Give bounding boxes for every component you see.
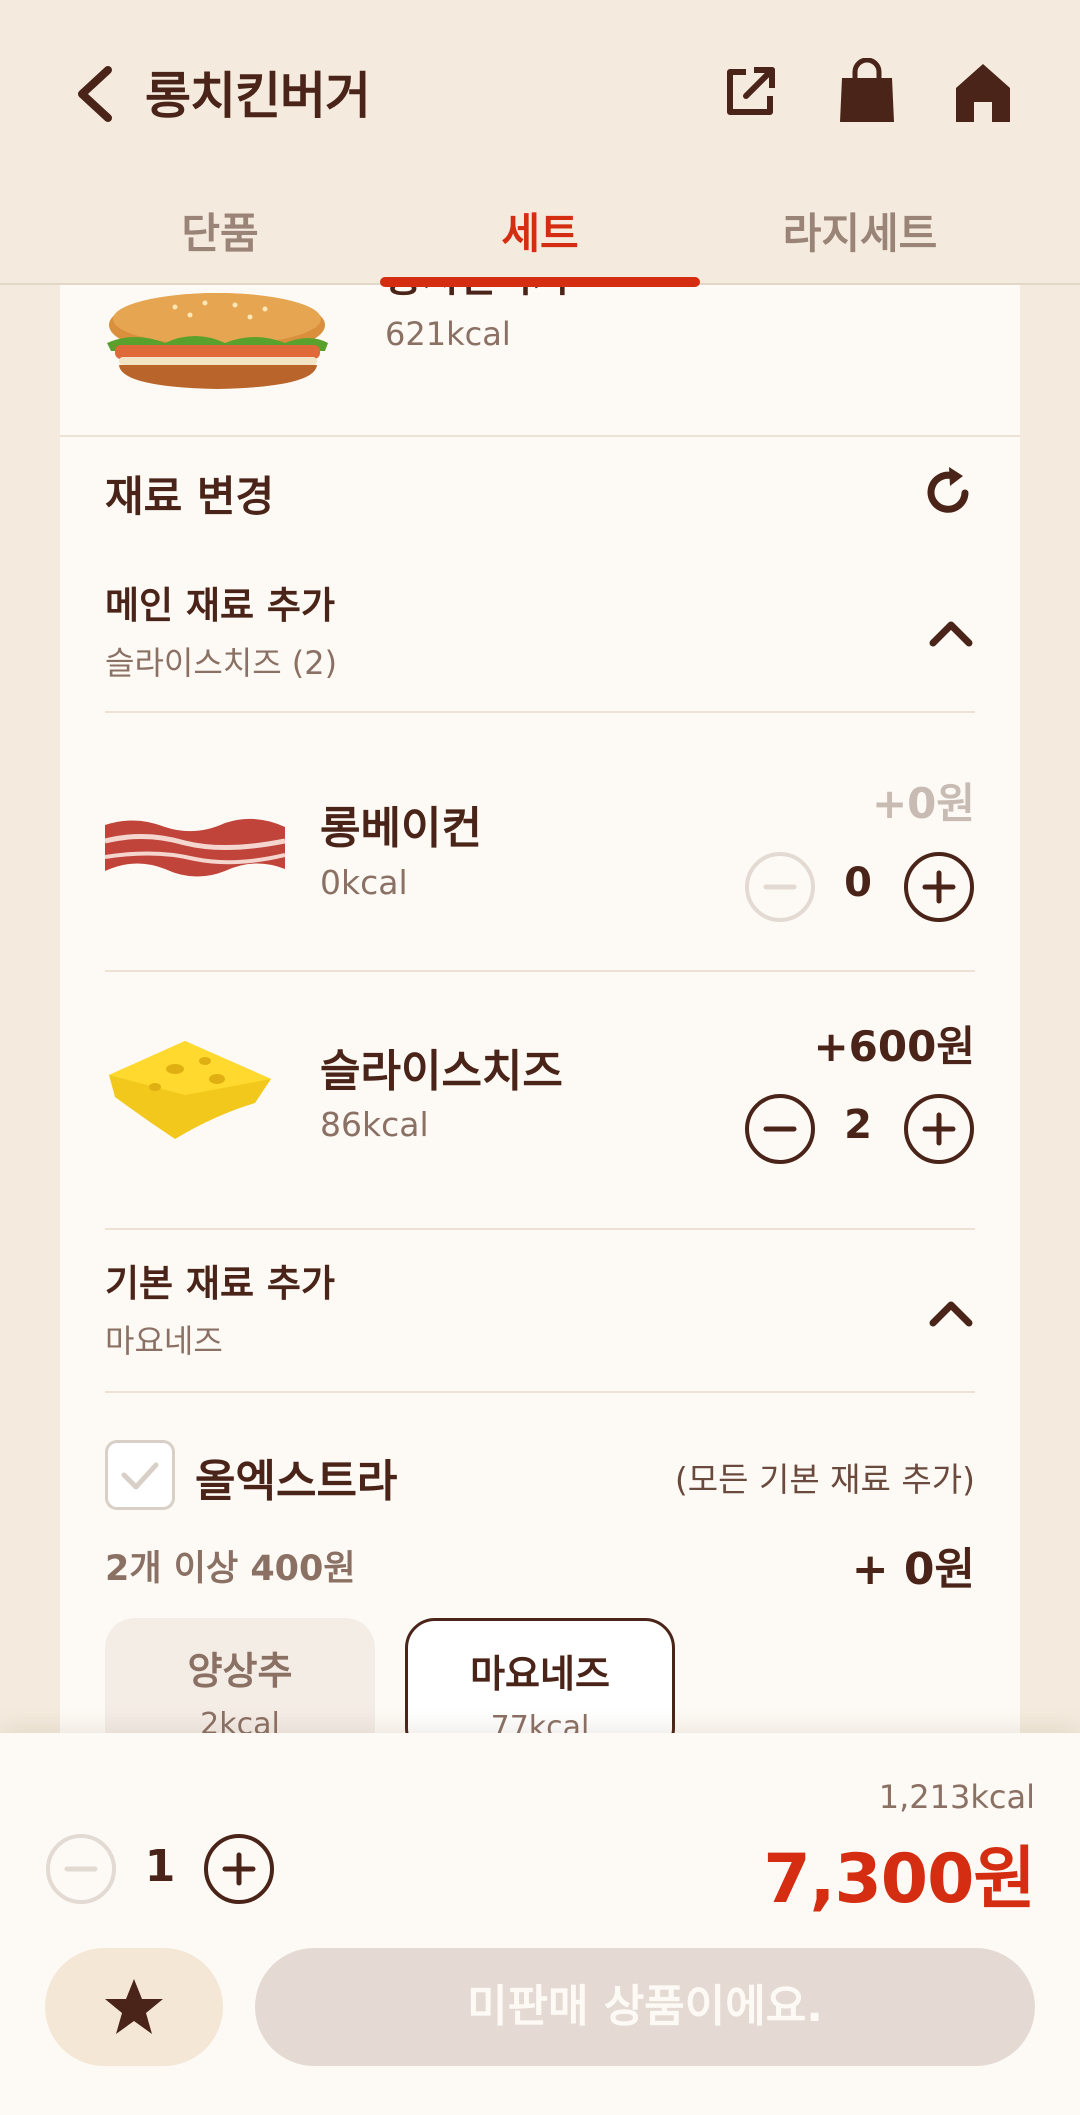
item-kcal-bacon: 0kcal [320,863,408,902]
shopping-bag-icon[interactable] [836,58,898,126]
item-name-cheese: 슬라이스치즈 [320,1046,563,1097]
qty-value-bacon: 0 [844,860,872,906]
basic-section-title: 기본 재료 추가 [105,1262,336,1305]
tab-large-set[interactable]: 라지세트 [700,190,1020,285]
bacon-image [105,818,285,877]
chip-name: 마요네즈 [470,1652,610,1696]
tab-bar: 단품 세트 라지세트 [60,190,1020,287]
basic-section-summary: 마요네즈 [105,1322,223,1360]
chip-name: 양상추 [187,1649,293,1693]
divider [105,1228,975,1230]
home-icon[interactable] [952,60,1014,124]
divider [105,711,975,713]
plus-button[interactable] [203,1833,275,1905]
extra-price: + 0원 [851,1544,975,1595]
divider [60,435,1020,437]
header: 롱치킨버거 단품 세트 라지세트 [0,0,1080,287]
item-price-bacon: +0원 [871,779,975,828]
plus-button[interactable] [903,851,975,923]
chevron-up-icon[interactable] [927,617,975,649]
main-section-summary: 슬라이스치즈 (2) [105,644,338,682]
item-price-cheese: +600원 [813,1022,975,1071]
share-icon[interactable] [720,62,780,122]
burger-image [107,293,328,389]
qty-value-cheese: 2 [844,1102,872,1148]
check-icon [121,1462,159,1490]
order-qty: 1 [144,1841,176,1892]
all-extra-label[interactable]: 올엑스트라 [195,1445,397,1509]
tab-single[interactable]: 단품 [60,190,380,285]
refresh-icon[interactable] [923,465,975,517]
divider [105,970,975,972]
all-extra-checkbox[interactable] [105,1440,175,1510]
order-button[interactable]: 미판매 상품이에요. [255,1948,1035,2066]
page-title: 롱치킨버거 [145,67,371,125]
total-price: 7,300원 [763,1840,1036,1919]
product-kcal: 621kcal [385,315,511,353]
item-kcal-cheese: 86kcal [320,1105,429,1144]
total-kcal: 1,213kcal [878,1778,1035,1816]
main-section-title: 메인 재료 추가 [105,584,336,627]
options-card: 롱치킨버거 621kcal 재료 변경 메인 재료 추가 슬라이스치즈 (2) … [60,255,1020,1758]
minus-button[interactable] [744,851,816,923]
star-icon [105,1979,163,2034]
cheese-image [109,1041,271,1139]
customize-title: 재료 변경 [105,472,275,521]
chevron-up-icon[interactable] [927,1297,975,1329]
back-arrow-icon[interactable] [70,62,120,126]
all-extra-desc: (모든 기본 재료 추가) [674,1460,975,1499]
extra-info: 2개 이상 400원 [105,1549,356,1589]
plus-button[interactable] [903,1093,975,1165]
divider [105,1391,975,1393]
order-footer: 1 1,213kcal 7,300원 미판매 상품이에요. [0,1733,1080,2115]
minus-button[interactable] [744,1093,816,1165]
favorite-button[interactable] [45,1948,223,2066]
minus-button[interactable] [45,1833,117,1905]
item-name-bacon: 롱베이컨 [320,803,482,854]
tab-set[interactable]: 세트 [380,190,700,287]
